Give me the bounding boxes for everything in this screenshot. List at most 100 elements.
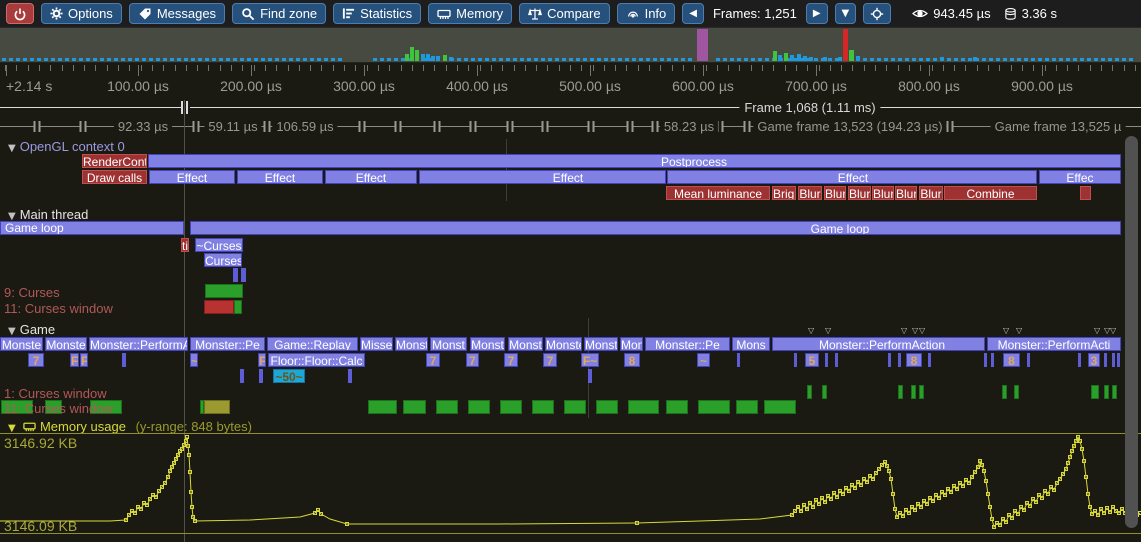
zone-bar[interactable]: Effect <box>149 170 235 184</box>
zone-bar[interactable] <box>825 353 828 367</box>
info-button[interactable]: Info <box>617 3 676 24</box>
frame-time-dash[interactable] <box>548 58 552 61</box>
zone-bar[interactable]: Game loop <box>0 221 184 235</box>
zone-bar[interactable]: Brigh <box>772 186 796 200</box>
zone-bar[interactable]: Monste <box>0 337 43 351</box>
frame-time-dash[interactable] <box>933 58 937 61</box>
frame-time-bar[interactable] <box>405 54 409 61</box>
zone-bar[interactable] <box>1080 186 1091 200</box>
zone-bar[interactable]: Effec <box>1039 170 1121 184</box>
zone-bar[interactable] <box>564 400 586 414</box>
zone-bar[interactable]: 5 <box>805 353 819 367</box>
zone-bar[interactable]: ~Curses <box>195 238 243 252</box>
frame-time-dash[interactable] <box>1059 58 1063 61</box>
frame-time-dash[interactable] <box>212 58 216 61</box>
frame-time-dash[interactable] <box>2 58 6 61</box>
prev-frame-button[interactable]: ◀ <box>682 3 704 24</box>
frame-time-dash[interactable] <box>513 58 517 61</box>
frame-time-dash[interactable] <box>765 58 769 61</box>
zone-bar[interactable] <box>500 400 522 414</box>
zone-bar[interactable] <box>204 300 234 314</box>
frame-time-bar[interactable] <box>809 57 813 61</box>
frame-time-dash[interactable] <box>506 58 510 61</box>
frame-time-dash[interactable] <box>653 58 657 61</box>
frame-time-bar[interactable] <box>803 56 807 61</box>
message-marker-icon[interactable]: ▽ <box>1016 326 1022 335</box>
frame-time-dash[interactable] <box>184 58 188 61</box>
zone-bar[interactable]: Monster::PerformAction <box>772 337 985 351</box>
message-marker-icon[interactable]: ▽ <box>1094 326 1100 335</box>
frame-time-dash[interactable] <box>954 58 958 61</box>
frame-time-dash[interactable] <box>1073 58 1077 61</box>
zone-bar[interactable]: 7 <box>543 353 557 367</box>
zone-bar[interactable]: Effect <box>325 170 417 184</box>
frame-time-dash[interactable] <box>247 58 251 61</box>
frame-time-dash[interactable] <box>471 58 475 61</box>
frame-time-dash[interactable] <box>107 58 111 61</box>
zone-bar[interactable]: RenderCont <box>82 154 147 168</box>
zone-bar[interactable]: ti <box>181 238 189 252</box>
frame-time-dash[interactable] <box>142 58 146 61</box>
zone-bar[interactable]: Blur <box>824 186 846 200</box>
frame-time-dash[interactable] <box>520 58 524 61</box>
power-button[interactable] <box>6 3 34 24</box>
frame-time-dash[interactable] <box>569 58 573 61</box>
frame-time-dash[interactable] <box>121 58 125 61</box>
frame-time-dash[interactable] <box>828 58 832 61</box>
zone-bar[interactable]: ~ <box>190 353 198 367</box>
zone-bar[interactable] <box>205 284 243 298</box>
memory-usage-chart[interactable] <box>0 430 1141 542</box>
zone-bar[interactable] <box>588 369 592 383</box>
frame-time-dash[interactable] <box>37 58 41 61</box>
compare-button[interactable]: Compare <box>519 3 609 24</box>
zone-bar[interactable] <box>1104 385 1109 399</box>
message-marker-icon[interactable]: ▽ <box>808 326 814 335</box>
frame-time-dash[interactable] <box>926 58 930 61</box>
zone-bar[interactable] <box>898 385 903 399</box>
message-marker-icon[interactable]: ▽ <box>1110 326 1116 335</box>
frame-time-dash[interactable] <box>464 58 468 61</box>
message-marker-icon[interactable]: ▽ <box>912 326 918 335</box>
zone-bar[interactable] <box>911 385 916 399</box>
zone-bar[interactable] <box>1117 353 1120 367</box>
section-header-opengl-context-0[interactable]: ▼OpenGL context 0 <box>8 139 125 154</box>
zone-bar[interactable] <box>794 353 797 367</box>
frame-time-dash[interactable] <box>1024 58 1028 61</box>
frame-time-dash[interactable] <box>989 58 993 61</box>
frame-time-dash[interactable] <box>303 58 307 61</box>
message-marker-icon[interactable]: ▽ <box>1003 326 1009 335</box>
zone-bar[interactable]: 7 <box>504 353 518 367</box>
frame-time-dash[interactable] <box>814 58 818 61</box>
zone-bar[interactable]: Monster::Pe <box>645 337 730 351</box>
frame-time-dash[interactable] <box>891 58 895 61</box>
frame-time-dash[interactable] <box>485 58 489 61</box>
zone-bar[interactable] <box>1002 385 1007 399</box>
frame-time-dash[interactable] <box>72 58 76 61</box>
zone-bar[interactable]: 8 <box>906 353 922 367</box>
zone-bar[interactable] <box>737 353 740 367</box>
zone-bar[interactable] <box>204 400 230 414</box>
frame-time-dash[interactable] <box>1038 58 1042 61</box>
frame-time-dash[interactable] <box>590 58 594 61</box>
zone-bar[interactable]: Blur <box>872 186 894 200</box>
frame-time-dash[interactable] <box>58 58 62 61</box>
zone-bar[interactable]: Monst <box>508 337 543 351</box>
zone-bar[interactable]: Draw calls <box>82 170 147 184</box>
frame-time-bar[interactable] <box>838 57 842 61</box>
frame-time-dash[interactable] <box>338 58 342 61</box>
frame-time-dash[interactable] <box>996 58 1000 61</box>
zone-bar[interactable] <box>898 353 901 367</box>
zone-bar[interactable] <box>991 353 994 367</box>
frame-time-dash[interactable] <box>387 58 391 61</box>
frame-time-dash[interactable] <box>275 58 279 61</box>
frame-time-dash[interactable] <box>289 58 293 61</box>
zone-bar[interactable]: Blur <box>848 186 871 200</box>
frame-time-dash[interactable] <box>331 58 335 61</box>
zone-bar[interactable]: Postprocess <box>148 154 1121 168</box>
frame-time-dash[interactable] <box>191 58 195 61</box>
frame-time-dash[interactable] <box>198 58 202 61</box>
zone-bar[interactable] <box>233 268 238 282</box>
message-marker-icon[interactable]: ▽ <box>919 326 925 335</box>
zone-bar[interactable]: 7 <box>426 353 440 367</box>
zone-bar[interactable] <box>468 400 490 414</box>
